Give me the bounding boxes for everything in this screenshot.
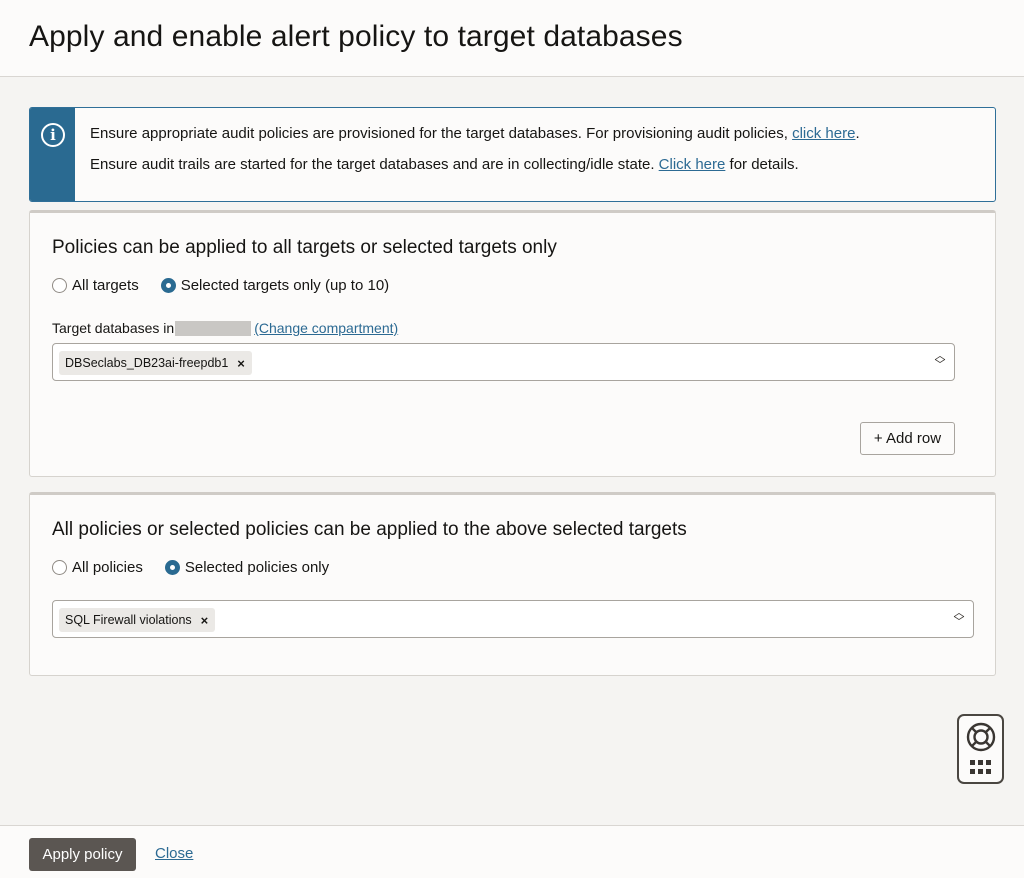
- radio-checked-icon: [160, 278, 176, 293]
- radio-label: Selected policies only: [184, 559, 330, 576]
- lifebuoy-icon: [966, 722, 996, 752]
- info-banner: i Ensure appropriate audit policies are …: [29, 107, 996, 202]
- info-line-audit-trails: Ensure audit trails are started for the …: [90, 156, 799, 173]
- radio-all-targets[interactable]: All targets: [52, 277, 139, 294]
- apply-policy-button[interactable]: Apply policy: [29, 838, 136, 871]
- radio-unchecked-icon: [52, 278, 67, 293]
- field-label-text: Target databases in: [52, 320, 175, 336]
- target-databases-label: Target databases in (Change compartment): [52, 320, 398, 336]
- remove-chip-icon[interactable]: ×: [237, 356, 245, 371]
- radio-all-policies[interactable]: All policies: [52, 559, 143, 576]
- target-databases-select[interactable]: DBSeclabs_DB23ai-freepdb1 × ︿ ﹀: [52, 343, 955, 381]
- radio-selected-policies[interactable]: Selected policies only: [164, 559, 330, 576]
- chip-label: SQL Firewall violations: [65, 613, 192, 627]
- policies-panel-title: All policies or selected policies can be…: [52, 519, 687, 540]
- chevron-up-down-icon[interactable]: ︿ ﹀: [934, 351, 946, 372]
- provision-audit-policies-link[interactable]: click here: [792, 125, 855, 142]
- policies-radio-group: All policies Selected policies only: [52, 559, 351, 576]
- change-compartment-link[interactable]: (Change compartment): [254, 320, 398, 336]
- dialog-header: Apply and enable alert policy to target …: [0, 0, 1024, 77]
- info-strip: i: [30, 108, 75, 201]
- page-title: Apply and enable alert policy to target …: [29, 20, 683, 53]
- info-line-suffix: for details.: [725, 156, 799, 173]
- dialog-footer: Apply policy Close: [0, 825, 1024, 878]
- policies-panel: All policies or selected policies can be…: [29, 492, 996, 676]
- selected-policy-chip: SQL Firewall violations ×: [59, 608, 216, 632]
- radio-label: All policies: [72, 559, 143, 576]
- chevron-up-down-icon[interactable]: ︿ ﹀: [953, 608, 965, 629]
- info-line-text: Ensure audit trails are started for the …: [90, 156, 659, 173]
- selected-target-chip: DBSeclabs_DB23ai-freepdb1 ×: [59, 351, 252, 375]
- info-line-audit-policies: Ensure appropriate audit policies are pr…: [90, 125, 860, 142]
- help-widget[interactable]: [957, 714, 1004, 784]
- close-link[interactable]: Close: [155, 845, 193, 862]
- app-grid-icon: [970, 760, 992, 774]
- targets-radio-group: All targets Selected targets only (up to…: [52, 277, 411, 294]
- add-row-button[interactable]: + Add row: [860, 422, 955, 455]
- targets-panel: Policies can be applied to all targets o…: [29, 210, 996, 477]
- radio-selected-targets[interactable]: Selected targets only (up to 10): [160, 277, 390, 294]
- targets-panel-title: Policies can be applied to all targets o…: [52, 237, 557, 258]
- radio-checked-icon: [164, 560, 180, 575]
- remove-chip-icon[interactable]: ×: [201, 613, 209, 628]
- info-line-text: Ensure appropriate audit policies are pr…: [90, 125, 793, 142]
- audit-trails-details-link[interactable]: Click here: [659, 156, 726, 173]
- redacted-compartment-name: [175, 320, 252, 336]
- policies-select[interactable]: SQL Firewall violations × ︿ ﹀: [52, 600, 974, 638]
- chip-label: DBSeclabs_DB23ai-freepdb1: [65, 356, 229, 370]
- radio-label: Selected targets only (up to 10): [180, 277, 390, 294]
- radio-label: All targets: [72, 277, 139, 294]
- info-icon: i: [41, 123, 65, 147]
- radio-unchecked-icon: [52, 560, 67, 575]
- info-line-suffix: .: [855, 125, 860, 142]
